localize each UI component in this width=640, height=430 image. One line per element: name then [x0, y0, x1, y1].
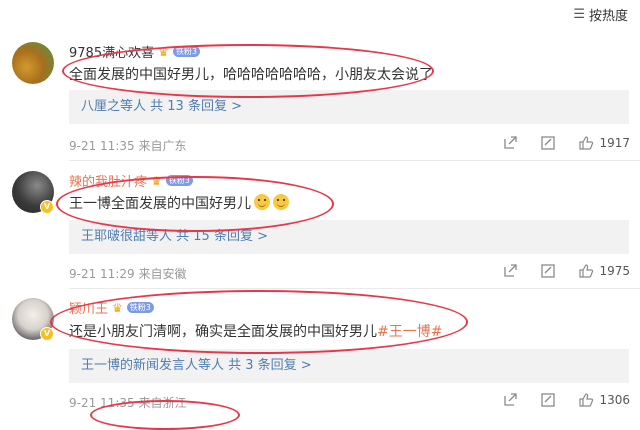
smile-emoji-icon: [273, 194, 289, 210]
comment-text-row: 还是小朋友门清啊，确实是全面发展的中国好男儿#王一博#: [69, 321, 442, 341]
comment-text: 还是小朋友门清啊，确实是全面发展的中国好男儿: [69, 324, 377, 340]
share-icon[interactable]: [502, 263, 518, 279]
share-icon[interactable]: [502, 135, 518, 151]
like-button[interactable]: 1917: [578, 135, 630, 151]
comment-text: 王一博全面发展的中国好男儿: [69, 196, 251, 212]
sort-label: 按热度: [588, 9, 628, 24]
like-button[interactable]: 1975: [578, 263, 630, 279]
username[interactable]: 辣的我肚汁疼: [69, 171, 147, 190]
username[interactable]: 9785满心欢喜: [69, 42, 154, 61]
like-count: 1975: [599, 264, 630, 278]
comment-location: 来自广东: [138, 139, 187, 153]
comment-time: 9-21 11:35: [69, 139, 135, 153]
like-count: 1306: [599, 393, 630, 407]
replies-link[interactable]: 王耶啵很甜等人 共 15 条回复 >: [69, 220, 629, 254]
comment-icon[interactable]: [540, 392, 556, 408]
divider: [69, 160, 640, 161]
fan-crown-icon: ♛: [158, 44, 169, 59]
comment-time: 9-21 11:35: [69, 396, 135, 410]
thumbs-up-icon: [579, 393, 594, 407]
sort-lines-icon: ☰: [573, 7, 585, 22]
avatar[interactable]: [12, 42, 54, 84]
sort-by-hot-button[interactable]: ☰ 按热度: [573, 5, 628, 24]
replies-link[interactable]: 八厘之等人 共 13 条回复 >: [69, 90, 629, 124]
username[interactable]: 颖川王: [69, 298, 108, 317]
comment-icon[interactable]: [540, 135, 556, 151]
comment-time: 9-21 11:29: [69, 267, 135, 281]
like-button[interactable]: 1306: [578, 392, 630, 408]
comment-text-row: 王一博全面发展的中国好男儿: [69, 193, 289, 213]
share-icon[interactable]: [502, 392, 518, 408]
topic-hashtag-link[interactable]: #王一博#: [377, 324, 442, 340]
fan-crown-icon: ♛: [112, 300, 123, 315]
fan-badge: 铁粉3: [172, 46, 200, 57]
divider: [69, 288, 640, 289]
fan-badge: 铁粉3: [165, 175, 193, 186]
comment-location: 来自安徽: [138, 267, 187, 281]
thumbs-up-icon: [579, 136, 594, 150]
replies-link[interactable]: 王一博的新闻发言人等人 共 3 条回复 >: [69, 349, 629, 383]
fan-badge: 铁粉3: [126, 302, 154, 313]
comment-icon[interactable]: [540, 263, 556, 279]
thumbs-up-icon: [579, 264, 594, 278]
verified-badge-icon: V: [40, 327, 54, 341]
verified-badge-icon: V: [40, 200, 54, 214]
comment-text: 全面发展的中国好男儿，哈哈哈哈哈哈哈，小朋友太会说了: [69, 67, 433, 83]
like-count: 1917: [599, 136, 630, 150]
comment-location: 来自浙江: [138, 396, 187, 410]
fan-crown-icon: ♛: [151, 173, 162, 188]
smile-emoji-icon: [254, 194, 270, 210]
